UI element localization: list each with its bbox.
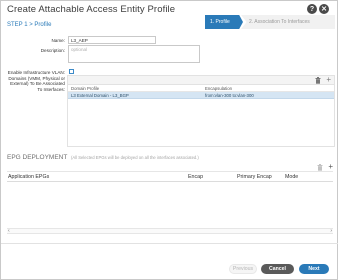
- trash-icon-glyph: [317, 164, 323, 171]
- help-icon[interactable]: ?: [307, 4, 317, 14]
- name-value: L3_AEP: [71, 38, 88, 43]
- description-label: Description:: [40, 48, 65, 53]
- col-domain-profile: Domain Profile: [71, 85, 100, 91]
- name-label: Name:: [51, 38, 65, 43]
- close-icon[interactable]: ✕: [319, 4, 329, 14]
- wizard-steps: 2. Association To Interfaces 1. Profile: [205, 15, 335, 29]
- scroll-right-icon[interactable]: ›: [330, 229, 332, 234]
- wizard-step-association[interactable]: 2. Association To Interfaces: [241, 15, 335, 29]
- create-aaep-dialog: Create Attachable Access Entity Profile …: [0, 0, 338, 280]
- domains-table-header: Domain Profile Encapsulation: [68, 85, 334, 92]
- scroll-left-icon[interactable]: ‹: [8, 229, 10, 234]
- domains-table-toolbar: +: [68, 76, 334, 85]
- infra-vlan-checkbox[interactable]: [69, 69, 74, 74]
- row-encapsulation: from:vlan-300 to:vlan-300: [205, 92, 254, 98]
- epg-title-text: EPG DEPLOYMENT: [7, 154, 68, 161]
- step-breadcrumb: STEP 1 > Profile: [7, 22, 52, 28]
- wizard-step-profile[interactable]: 1. Profile: [205, 15, 243, 29]
- header-icons: ? ✕: [307, 4, 329, 14]
- description-input[interactable]: optional: [68, 45, 200, 63]
- previous-button[interactable]: Previous: [229, 264, 257, 274]
- epg-table-header: Application EPGs Encap Primary Encap Mod…: [7, 172, 333, 182]
- trash-icon-glyph: [315, 77, 321, 84]
- col-application-epgs: Application EPGs: [8, 174, 50, 180]
- epg-deployment-title: EPG DEPLOYMENT (All Selected EPGs will b…: [7, 154, 199, 161]
- description-placeholder: optional: [71, 47, 88, 52]
- epg-note: (All Selected EPGs will be deployed on a…: [71, 155, 199, 160]
- col-encap: Encap: [188, 174, 204, 180]
- footer-divider: [1, 243, 338, 244]
- next-button[interactable]: Next: [299, 264, 329, 274]
- domains-label-line-3: To Interfaces:: [37, 86, 65, 92]
- horizontal-scrollbar[interactable]: ‹ ›: [7, 228, 333, 234]
- cancel-button[interactable]: Cancel: [261, 264, 294, 274]
- plus-icon[interactable]: +: [326, 76, 331, 84]
- name-input[interactable]: L3_AEP: [68, 36, 156, 44]
- dialog-title: Create Attachable Access Entity Profile: [7, 4, 176, 15]
- row-domain-profile: L3 External Domain - L3_BGP: [71, 92, 129, 98]
- infra-vlan-label: Enable Infrastructure VLAN:: [7, 70, 65, 75]
- domains-table: + Domain Profile Encapsulation L3 Extern…: [67, 75, 335, 147]
- plus-icon[interactable]: +: [328, 163, 333, 171]
- col-encapsulation: Encapsulation: [205, 85, 232, 91]
- epg-toolbar: +: [7, 163, 333, 172]
- col-mode: Mode: [285, 174, 299, 180]
- domains-label: Domains (VMM, Physical or External) To B…: [5, 76, 65, 92]
- col-primary-encap: Primary Encap: [237, 174, 272, 180]
- table-row[interactable]: L3 External Domain - L3_BGP from:vlan-30…: [68, 92, 334, 99]
- trash-icon[interactable]: [315, 77, 321, 86]
